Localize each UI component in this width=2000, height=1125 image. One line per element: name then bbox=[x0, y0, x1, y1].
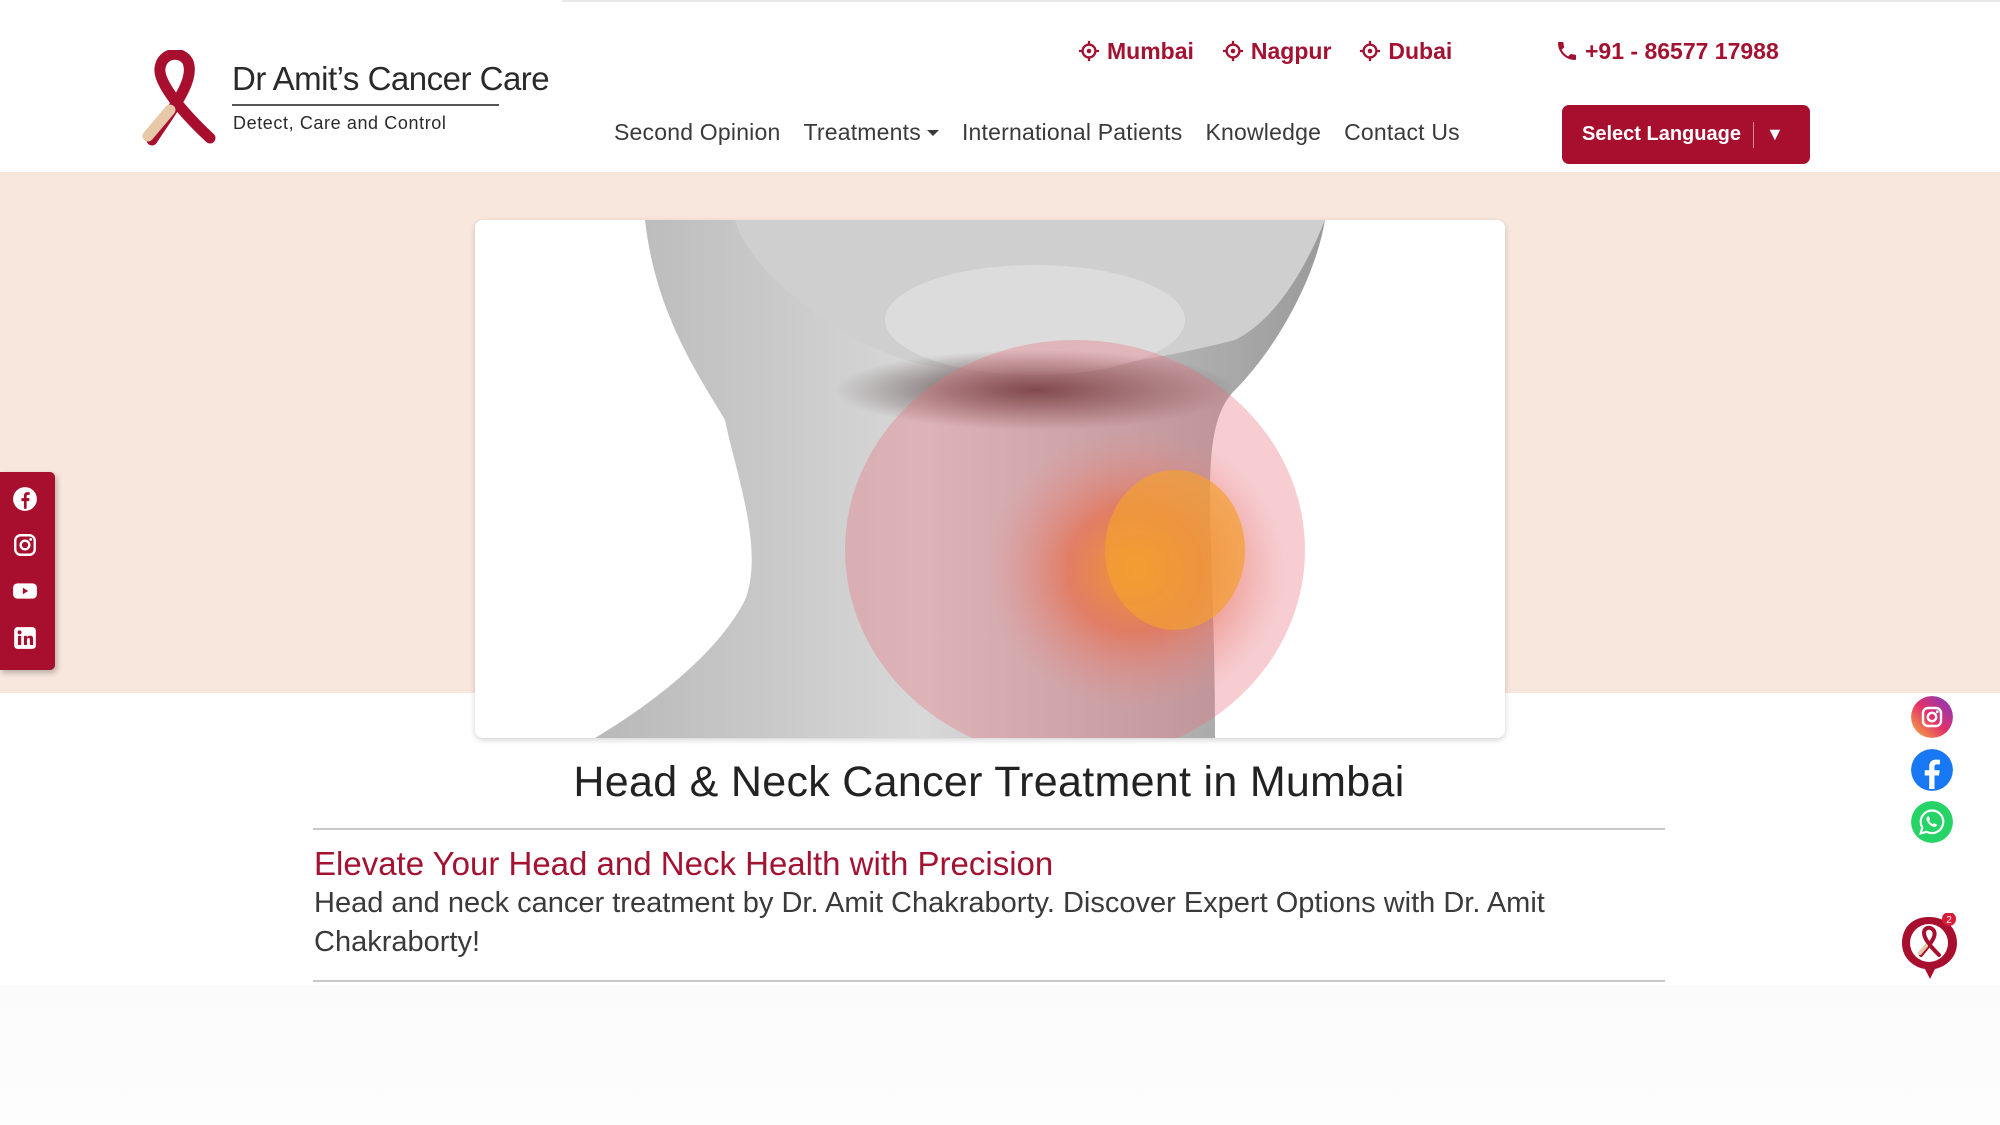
whatsapp-icon[interactable] bbox=[1911, 801, 1953, 843]
nav-international-patients[interactable]: International Patients bbox=[962, 119, 1183, 146]
phone-link[interactable]: +91 - 86577 17988 bbox=[1555, 36, 1779, 66]
top-border bbox=[562, 0, 2000, 2]
location-label: Mumbai bbox=[1107, 37, 1194, 64]
location-dubai[interactable]: Dubai bbox=[1359, 38, 1452, 65]
location-links: Mumbai Nagpur Dubai bbox=[1078, 36, 1480, 66]
chat-badge-count: 2 bbox=[1946, 915, 1952, 926]
nav-second-opinion[interactable]: Second Opinion bbox=[614, 119, 780, 146]
title-divider bbox=[313, 828, 1665, 830]
logo-divider bbox=[232, 104, 499, 106]
location-target-icon bbox=[1078, 40, 1100, 62]
dropdown-arrow-icon: ▼ bbox=[1765, 124, 1784, 144]
nav-contact-us[interactable]: Contact Us bbox=[1344, 119, 1460, 146]
instagram-icon[interactable] bbox=[12, 532, 38, 558]
location-label: Dubai bbox=[1388, 37, 1453, 64]
location-label: Nagpur bbox=[1250, 37, 1332, 64]
select-language-label: Select Language bbox=[1582, 123, 1741, 145]
linkedin-icon[interactable] bbox=[12, 625, 38, 651]
page-title: Head & Neck Cancer Treatment in Mumbai bbox=[573, 758, 1405, 806]
location-target-icon bbox=[1360, 40, 1381, 62]
ribbon-logo-icon bbox=[142, 50, 216, 146]
site-logo[interactable]: Dr Amit’s Cancer Care Detect, Care and C… bbox=[140, 50, 560, 150]
phone-number: +91 - 86577 17988 bbox=[1585, 37, 1779, 64]
instagram-icon[interactable] bbox=[1911, 696, 1953, 738]
location-nagpur[interactable]: Nagpur bbox=[1222, 37, 1332, 65]
select-language-button[interactable]: Select Language ▼ bbox=[1562, 105, 1810, 164]
hero-image bbox=[475, 220, 1505, 738]
nav-treatments[interactable]: Treatments bbox=[803, 118, 939, 146]
chat-widget-button[interactable]: 2 bbox=[1899, 912, 1961, 983]
phone-icon bbox=[1558, 42, 1576, 60]
caret-down-icon bbox=[926, 130, 939, 137]
logo-tagline: Detect, Care and Control bbox=[233, 113, 447, 133]
section-description: Head and neck cancer treatment by Dr. Am… bbox=[314, 887, 1545, 958]
chat-icon: 2 bbox=[1902, 912, 1957, 979]
main-nav: Second Opinion Treatments International … bbox=[614, 114, 1483, 150]
location-target-icon bbox=[1222, 40, 1243, 62]
social-sidebar-left bbox=[0, 472, 55, 670]
youtube-icon[interactable] bbox=[12, 578, 38, 604]
nav-treatments-label: Treatments bbox=[803, 118, 921, 145]
logo-title: Dr Amit’s Cancer Care bbox=[232, 60, 550, 97]
page-bottom-area bbox=[0, 985, 2000, 1125]
language-divider bbox=[1752, 121, 1754, 148]
content-divider bbox=[313, 980, 1665, 982]
location-mumbai[interactable]: Mumbai bbox=[1078, 38, 1194, 65]
nav-knowledge[interactable]: Knowledge bbox=[1205, 119, 1321, 146]
facebook-icon[interactable] bbox=[12, 486, 38, 512]
neck-illustration bbox=[475, 220, 1505, 738]
facebook-icon[interactable] bbox=[1911, 749, 1953, 791]
section-subtitle: Elevate Your Head and Neck Health with P… bbox=[314, 845, 1054, 882]
